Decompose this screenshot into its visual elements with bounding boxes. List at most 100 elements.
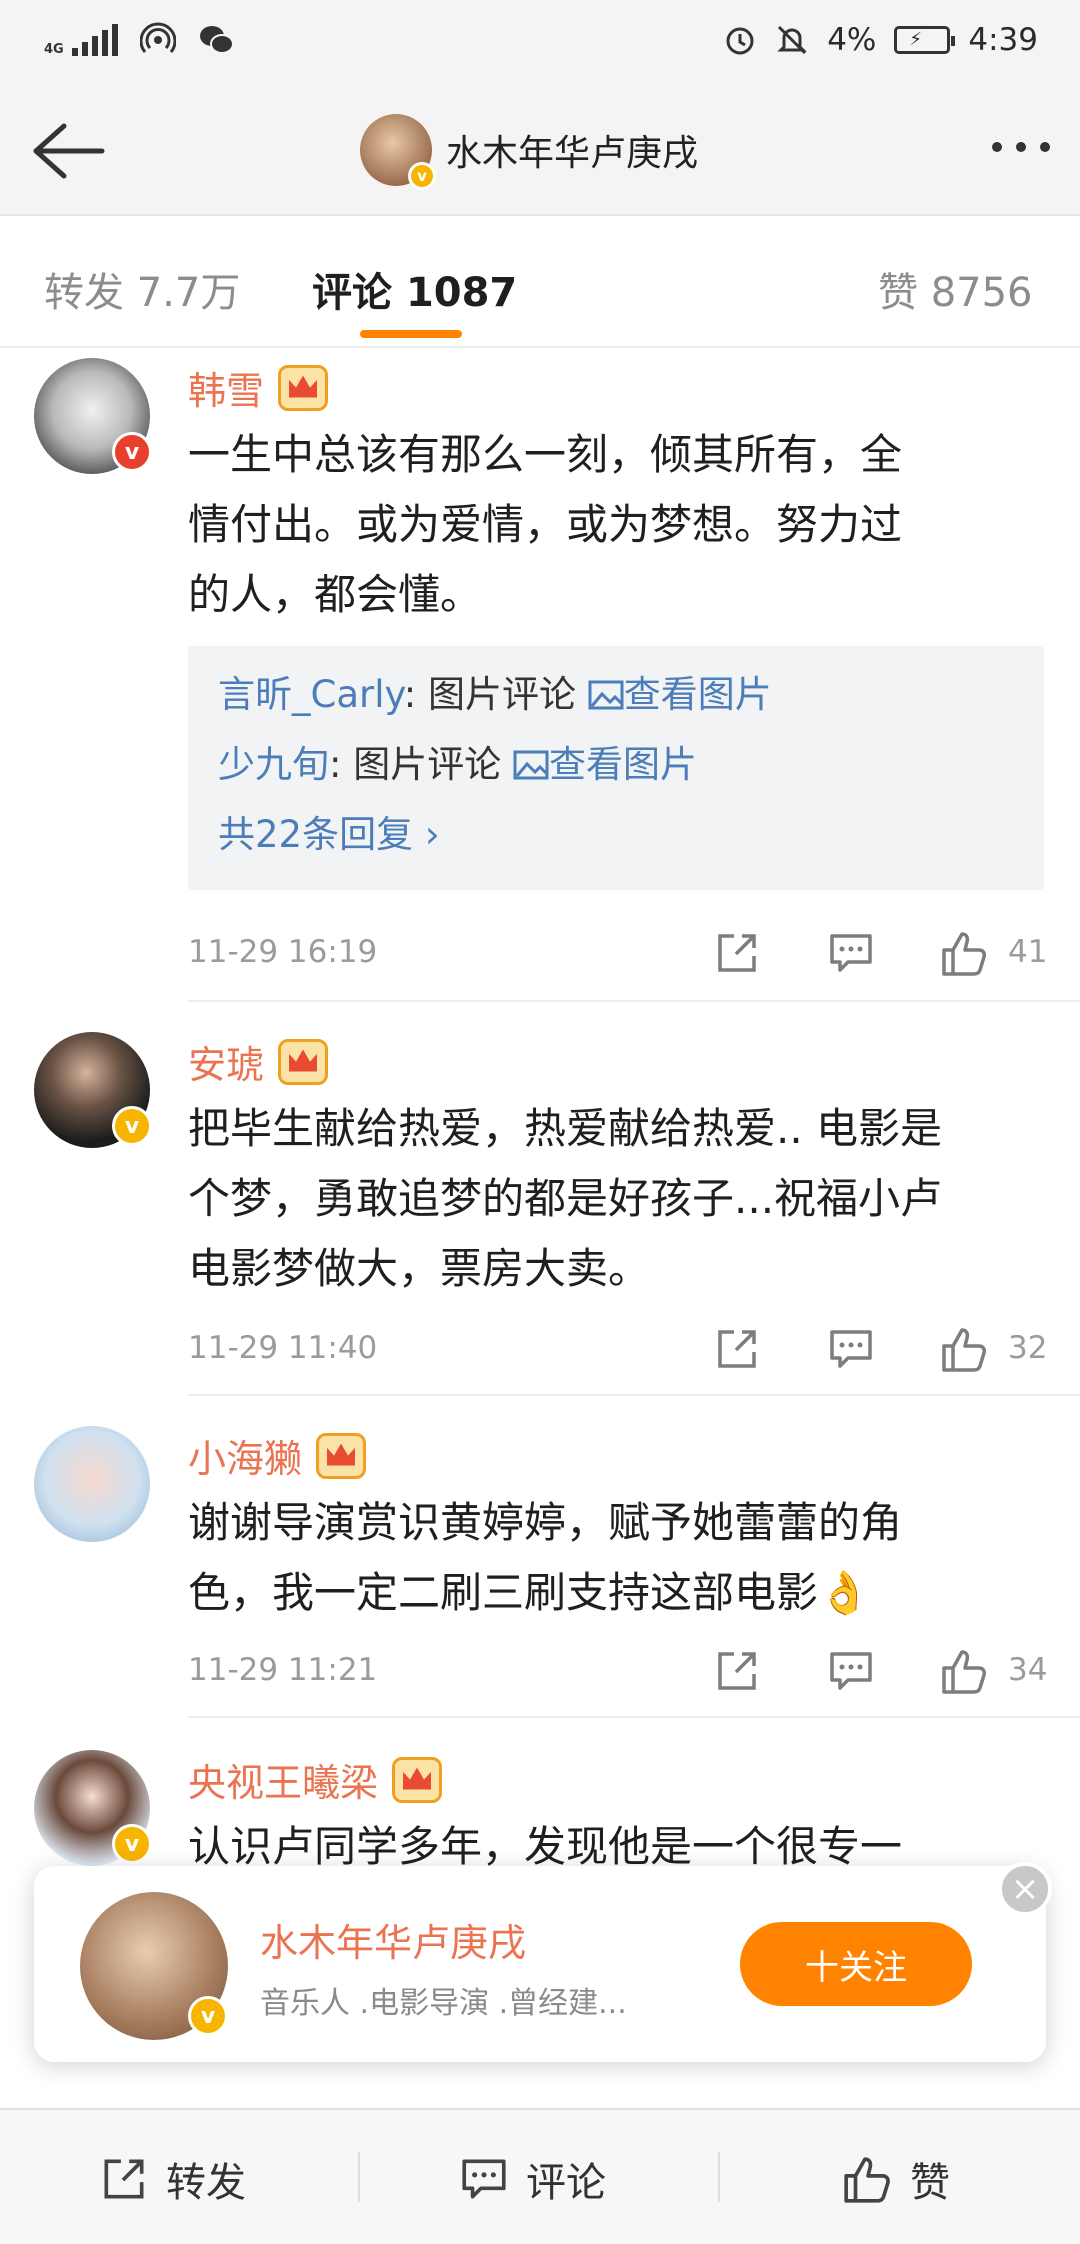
tab-comments-count: 1087 (405, 270, 518, 316)
hotspot-icon (139, 22, 176, 53)
reply-text: : 图片评论 (329, 743, 513, 786)
reply-item[interactable]: 言昕_Carly: 图片评论 查看图片 (218, 660, 1014, 730)
image-icon (588, 680, 624, 710)
divider (188, 1394, 1080, 1396)
crown-badge-icon (392, 1756, 443, 1803)
comment-button[interactable]: 评论 (458, 2150, 606, 2208)
comment-text-line: 电影梦做大，票房大卖。 (188, 1244, 651, 1293)
view-image-link[interactable]: 查看图片 (588, 673, 772, 716)
verified-badge-icon: v (112, 432, 152, 472)
commenter-name[interactable]: 小海獭 (188, 1428, 302, 1483)
repost-label: 转发 (166, 2160, 246, 2206)
divider (188, 1000, 1080, 1002)
reply-icon[interactable] (826, 1646, 876, 1696)
reply-item[interactable]: 少九旬: 图片评论 查看图片 (218, 730, 1014, 800)
comment-meta: 11-29 11:21 34 (188, 1644, 1048, 1704)
verified-badge-icon: v (408, 162, 436, 190)
like-button[interactable]: 赞 (842, 2150, 950, 2208)
battery-percent: 4% (827, 22, 877, 58)
back-arrow-icon (33, 123, 105, 179)
comment-time: 11-29 16:19 (188, 934, 378, 970)
comment-text: 谢谢导演赏识黄婷婷，赋予她蕾蕾的角 色，我一定二刷三刷支持这部电影👌 (188, 1488, 1048, 1628)
mute-bell-icon (777, 25, 807, 55)
alarm-icon (726, 27, 754, 55)
repost-icon (104, 2159, 144, 2199)
comment-text-line: 色，我一定二刷三刷支持这部电影👌 (188, 1568, 871, 1617)
comment-text-line: 个梦，勇敢追梦的都是好孩子...祝福小卢 (188, 1174, 943, 1223)
tab-comments[interactable]: 评论 1087 (312, 260, 517, 318)
reply-icon[interactable] (826, 928, 876, 978)
status-left: 4G (44, 22, 234, 58)
view-image-label: 查看图片 (549, 743, 697, 786)
like-count: 32 (1008, 1330, 1048, 1366)
clock: 4:39 (968, 22, 1038, 58)
view-all-replies-link[interactable]: 共22条回复 › (218, 800, 1014, 870)
like-count: 41 (1008, 934, 1048, 970)
verified-badge-icon: v (188, 1996, 228, 2036)
like-label: 赞 (910, 2160, 950, 2206)
bottom-action-bar: 转发 评论 赞 (0, 2108, 1080, 2244)
top-nav-bar: v 水木年华卢庚戌 (0, 86, 1080, 216)
tab-comments-label: 评论 (312, 270, 392, 316)
repost-button[interactable]: 转发 (98, 2150, 246, 2208)
replies-box[interactable]: 言昕_Carly: 图片评论 查看图片 少九旬: 图片评论 查看图片 共22条回… (188, 646, 1044, 890)
avatar[interactable]: v (80, 1892, 228, 2040)
comment-meta: 11-29 11:40 32 (188, 1322, 1048, 1382)
reply-text: : 图片评论 (403, 673, 588, 716)
divider (358, 2152, 360, 2202)
cellular-signal-icon: 4G (44, 24, 118, 56)
comment-text: 把毕生献给热爱，热爱献给热爱.. 电影是 个梦，勇敢追梦的都是好孩子...祝福小… (188, 1094, 1048, 1304)
comment-meta: 11-29 16:19 41 (188, 926, 1048, 986)
verified-badge-icon: v (112, 1824, 152, 1864)
divider (188, 1716, 1080, 1718)
wechat-icon (199, 26, 234, 54)
battery-icon: ⚡ (894, 26, 956, 54)
avatar[interactable]: v (34, 1032, 152, 1148)
avatar[interactable]: v (34, 358, 152, 474)
reply-user[interactable]: 少九旬 (218, 743, 329, 786)
more-options-icon[interactable] (992, 142, 1050, 152)
status-bar: 4G 4% ⚡ 4:39 (0, 0, 1080, 86)
status-right: 4% ⚡ 4:39 (723, 22, 1038, 58)
page-title: 水木年华卢庚戌 (446, 133, 699, 174)
reply-icon[interactable] (826, 1324, 876, 1374)
commenter-name[interactable]: 安琥 (188, 1034, 264, 1089)
like-icon[interactable] (940, 1646, 990, 1696)
repost-icon[interactable] (712, 1646, 762, 1696)
comment-text: 一生中总该有那么一刻，倾其所有，全 情付出。或为爱情，或为梦想。努力过 的人，都… (188, 420, 1048, 630)
comment-icon (462, 2159, 506, 2199)
avatar[interactable] (34, 1426, 150, 1542)
avatar[interactable]: v (360, 114, 436, 190)
network-type-label: 4G (44, 42, 64, 57)
comment-time: 11-29 11:21 (188, 1652, 378, 1688)
commenter-name[interactable]: 央视王曦梁 (188, 1752, 378, 1807)
like-icon[interactable] (940, 1324, 990, 1374)
comment-label: 评论 (526, 2160, 606, 2206)
comment-text-line: 谢谢导演赏识黄婷婷，赋予她蕾蕾的角 (188, 1498, 903, 1547)
close-icon[interactable]: × (998, 1862, 1052, 1916)
suggested-user-name[interactable]: 水木年华卢庚戌 (260, 1912, 526, 1967)
avatar[interactable]: v (34, 1750, 152, 1866)
like-icon (844, 2157, 890, 2203)
tab-likes[interactable]: 赞 8756 (878, 260, 1033, 318)
follow-suggestion-card: v 水木年华卢庚戌 音乐人 .电影导演 .曾经建... 十关注 × (34, 1862, 1052, 2062)
comment-text-line: 情付出。或为爱情，或为梦想。努力过 (188, 500, 903, 549)
reply-user[interactable]: 言昕_Carly (218, 673, 404, 716)
view-image-link[interactable]: 查看图片 (513, 743, 697, 786)
back-button[interactable] (28, 116, 108, 186)
follow-button[interactable]: 十关注 (740, 1922, 972, 2006)
comment-text-line: 把毕生献给热爱，热爱献给热爱.. 电影是 (188, 1104, 943, 1153)
header-profile[interactable]: v 水木年华卢庚戌 (360, 114, 699, 190)
commenter-name[interactable]: 韩雪 (188, 360, 264, 415)
interaction-tabs: 转发 7.7万 评论 1087 赞 8756 (0, 216, 1080, 348)
repost-icon[interactable] (712, 1324, 762, 1374)
comment-time: 11-29 11:40 (188, 1330, 378, 1366)
view-image-label: 查看图片 (623, 673, 772, 716)
repost-icon[interactable] (712, 928, 762, 978)
comment-text-line: 的人，都会懂。 (188, 570, 483, 619)
divider (718, 2152, 720, 2202)
tab-repost[interactable]: 转发 7.7万 (44, 260, 240, 318)
crown-badge-icon (278, 364, 329, 411)
like-icon[interactable] (940, 928, 990, 978)
suggested-user-description: 音乐人 .电影导演 .曾经建... (260, 1986, 627, 2021)
